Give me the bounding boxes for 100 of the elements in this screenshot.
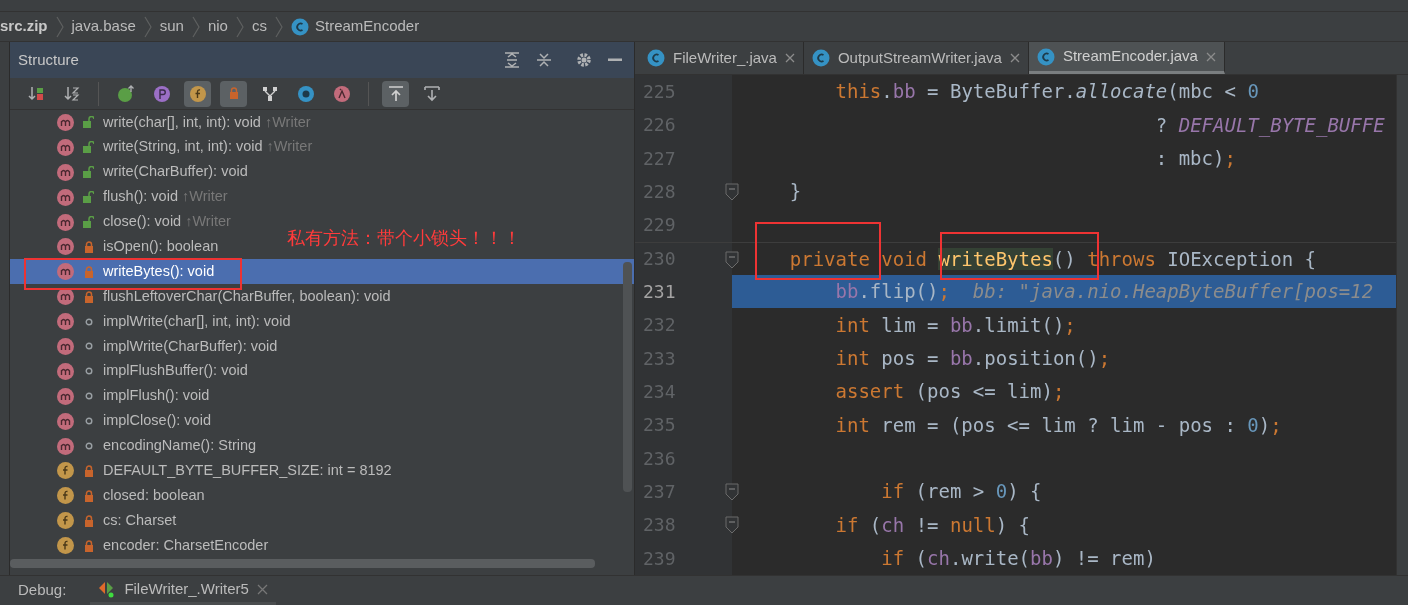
class-icon — [647, 49, 665, 67]
tab-label: OutputStreamWriter.java — [837, 47, 1002, 68]
structure-item[interactable]: DEFAULT_BYTE_BUFFER_SIZE: int = 8192 — [10, 458, 400, 484]
code-line: : mbc); — [1154, 146, 1236, 172]
anonymous-class-icon — [296, 84, 315, 103]
member-signature: flushLeftoverChar(CharBuffer, boolean): void — [103, 286, 391, 306]
breadcrumb-item[interactable]: src.zip — [0, 15, 48, 38]
structure-item[interactable]: implClose(): void — [10, 408, 219, 434]
property-icon — [152, 84, 171, 103]
lock-icon — [83, 489, 94, 502]
unlocked-icon — [83, 191, 94, 204]
collapse-all-icon[interactable] — [536, 52, 552, 68]
close-icon[interactable] — [784, 53, 795, 63]
member-signature: encoder: CharsetEncoder — [103, 535, 269, 555]
breadcrumb-item[interactable]: java.base — [71, 15, 136, 38]
member-signature: implFlushBuffer(): void — [103, 361, 248, 381]
method-icon — [57, 263, 74, 281]
code-line: int rem = (pos <= lim ? lim - pos : 0); — [834, 412, 1282, 438]
field-icon — [188, 84, 207, 103]
method-icon — [57, 138, 74, 156]
inherited-from: ↑Writer — [181, 187, 228, 207]
structure-item[interactable]: close(): void ↑Writer — [10, 209, 239, 235]
structure-item[interactable]: encoder: CharsetEncoder — [10, 533, 277, 559]
structure-item[interactable]: implWrite(char[], int, int): void — [10, 309, 299, 334]
editor-tab[interactable]: OutputStreamWriter.java — [803, 42, 1029, 74]
structure-item[interactable]: flushLeftoverChar(CharBuffer, boolean): void — [10, 284, 399, 310]
member-signature: flush(): void — [103, 187, 178, 207]
member-signature: write(String, int, int): void — [103, 137, 263, 157]
inherited-from: ↑Writer — [266, 137, 313, 157]
member-signature: isOpen(): boolean — [103, 237, 219, 256]
field-toggle[interactable] — [184, 80, 211, 107]
breadcrumb-item[interactable]: nio — [207, 15, 228, 38]
code-line: ? DEFAULT_BYTE_BUFFE — [1154, 112, 1385, 139]
unlocked-icon — [83, 141, 94, 154]
code-line: this.bb = ByteBuffer.allocate(mbc < 0 — [834, 79, 1259, 105]
fold-marker-icon[interactable] — [725, 482, 739, 501]
structure-item[interactable]: implWrite(CharBuffer): void — [10, 334, 286, 359]
package-dot-icon — [84, 417, 93, 426]
lambda-icon — [332, 84, 351, 103]
unlocked-icon — [83, 116, 94, 129]
field-icon — [57, 537, 74, 555]
scroll-from-source-toggle[interactable] — [382, 80, 409, 107]
structure-item[interactable]: write(CharBuffer): void — [10, 159, 256, 185]
breadcrumb-item[interactable]: StreamEncoder — [314, 15, 420, 38]
breadcrumb-item[interactable]: cs — [251, 15, 267, 38]
close-icon[interactable] — [256, 583, 268, 595]
structure-item[interactable]: flush(): void ↑Writer — [10, 184, 236, 210]
chevron-icon — [55, 15, 64, 38]
settings-icon[interactable] — [576, 52, 592, 68]
method-icon — [57, 362, 74, 380]
breadcrumb-item[interactable]: sun — [159, 15, 184, 38]
unlocked-icon — [83, 166, 94, 179]
structure-item[interactable]: writeBytes(): void — [10, 259, 634, 285]
method-icon — [57, 313, 74, 331]
structure-item[interactable]: isOpen(): boolean — [10, 234, 227, 260]
fold-marker-icon[interactable] — [725, 183, 739, 201]
lock-icon — [83, 539, 94, 552]
member-signature: implWrite(char[], int, int): void — [103, 311, 291, 331]
structure-item[interactable]: implFlush(): void — [10, 383, 218, 409]
hierarchy-icon — [260, 84, 279, 103]
fold-marker-icon[interactable] — [725, 250, 739, 269]
lock-toggle[interactable] — [220, 80, 247, 107]
structure-item[interactable]: implFlushBuffer(): void — [10, 358, 256, 384]
member-signature: closed: boolean — [103, 485, 205, 505]
lock-icon — [83, 464, 94, 477]
member-signature: write(CharBuffer): void — [103, 162, 248, 182]
class-icon — [1036, 47, 1055, 66]
member-signature: write(char[], int, int): void — [103, 112, 261, 132]
package-dot-icon — [84, 442, 93, 450]
editor-tab[interactable]: FileWriter_.java — [639, 42, 804, 74]
scroll-to-source-icon — [422, 84, 441, 103]
panel-title: Structure — [18, 49, 79, 70]
lock-icon — [83, 240, 94, 253]
expand-all-icon[interactable] — [504, 52, 520, 68]
debug-tab[interactable]: FileWriter_.Writer5 — [90, 576, 276, 605]
sort-visibility-icon — [26, 84, 45, 103]
close-icon[interactable] — [1205, 51, 1216, 62]
structure-item[interactable]: encodingName(): String — [10, 433, 265, 459]
editor-tab[interactable]: StreamEncoder.java — [1028, 42, 1225, 74]
method-icon — [57, 213, 74, 231]
method-icon — [57, 437, 74, 455]
field-icon — [57, 487, 74, 505]
structure-item[interactable]: write(char[], int, int): void ↑Writer — [10, 110, 319, 135]
structure-item[interactable]: write(String, int, int): void ↑Writer — [10, 134, 321, 160]
member-signature: implClose(): void — [103, 411, 211, 431]
unlocked-icon — [83, 216, 94, 228]
field-icon — [57, 512, 74, 530]
code-line: if (ch != null) { — [834, 512, 1031, 538]
close-icon[interactable] — [1009, 53, 1020, 63]
minimize-icon[interactable] — [608, 58, 622, 62]
package-dot-icon — [84, 367, 93, 376]
package-dot-icon — [84, 317, 93, 326]
fold-marker-icon[interactable] — [725, 516, 739, 535]
code-line: if (rem > 0) { — [880, 479, 1042, 505]
structure-item[interactable]: cs: Charset — [10, 508, 185, 534]
annotation-note: 私有方法：带个小锁头！！！ — [287, 226, 521, 250]
member-signature: implFlush(): void — [103, 386, 210, 406]
structure-item[interactable]: closed: boolean — [10, 483, 213, 509]
debug-label: Debug: — [18, 580, 67, 601]
method-icon — [57, 412, 74, 430]
